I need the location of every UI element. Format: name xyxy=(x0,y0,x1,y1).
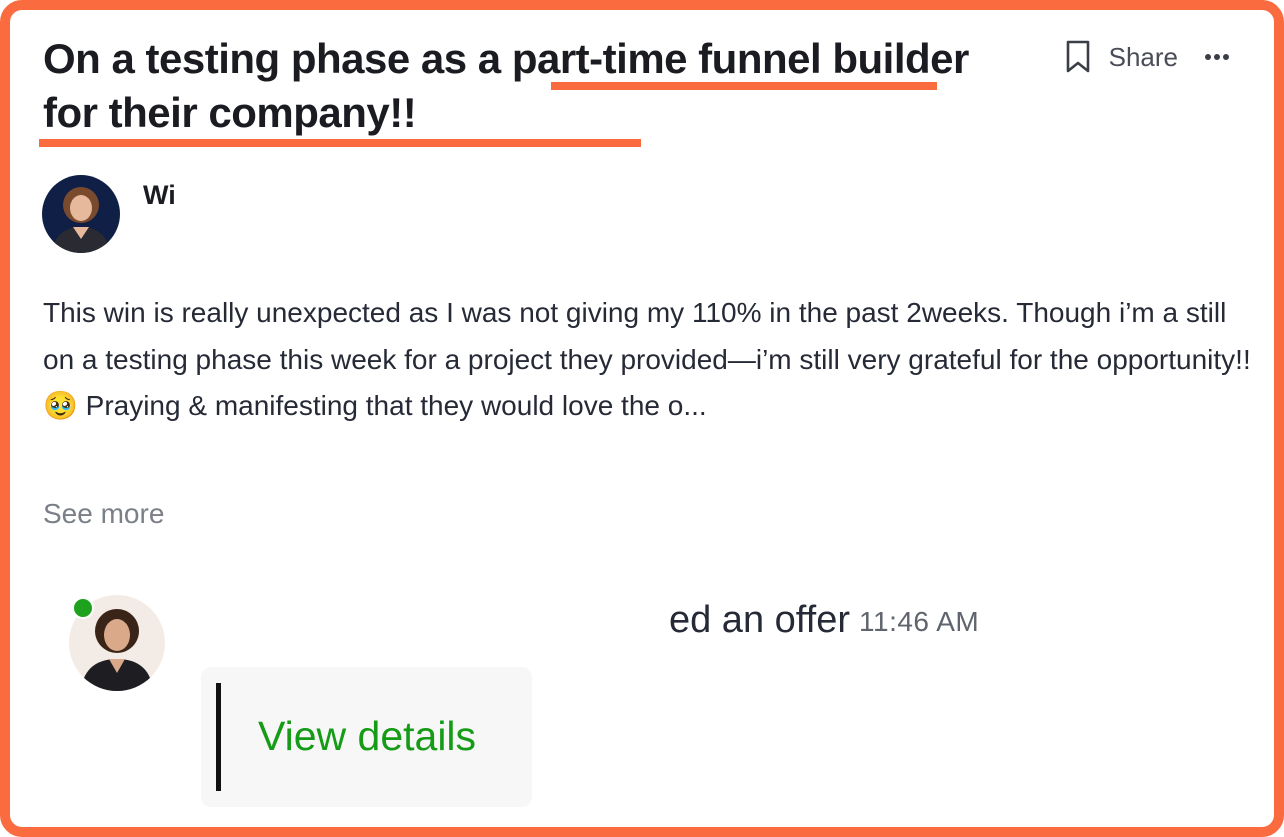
post-actions: Share xyxy=(1061,36,1232,78)
online-status-dot xyxy=(72,597,94,619)
post-card: On a testing phase as a part-time funnel… xyxy=(0,0,1284,837)
bookmark-button[interactable] xyxy=(1061,36,1095,78)
offer-status-text: ed an offer xyxy=(668,599,850,641)
quote-bar xyxy=(216,683,221,791)
author-subtitle-fragment xyxy=(144,222,170,228)
share-button[interactable]: Share xyxy=(1109,42,1178,73)
offer-details-card: View details xyxy=(201,667,532,807)
more-options-button[interactable] xyxy=(1202,42,1232,72)
view-details-link[interactable]: View details xyxy=(258,713,476,760)
see-more-link[interactable]: See more xyxy=(43,498,164,530)
author-name[interactable]: Wi xyxy=(143,180,176,211)
title-highlight-underline xyxy=(39,139,641,147)
bookmark-icon xyxy=(1066,40,1089,73)
author-avatar[interactable] xyxy=(42,175,120,253)
post-title: On a testing phase as a part-time funnel… xyxy=(43,35,969,136)
offer-avatar[interactable] xyxy=(69,595,167,693)
post-body: This win is really unexpected as I was n… xyxy=(43,297,1251,421)
more-horizontal-icon xyxy=(1205,54,1229,60)
offer-timestamp: 11:46 AM xyxy=(859,606,980,637)
